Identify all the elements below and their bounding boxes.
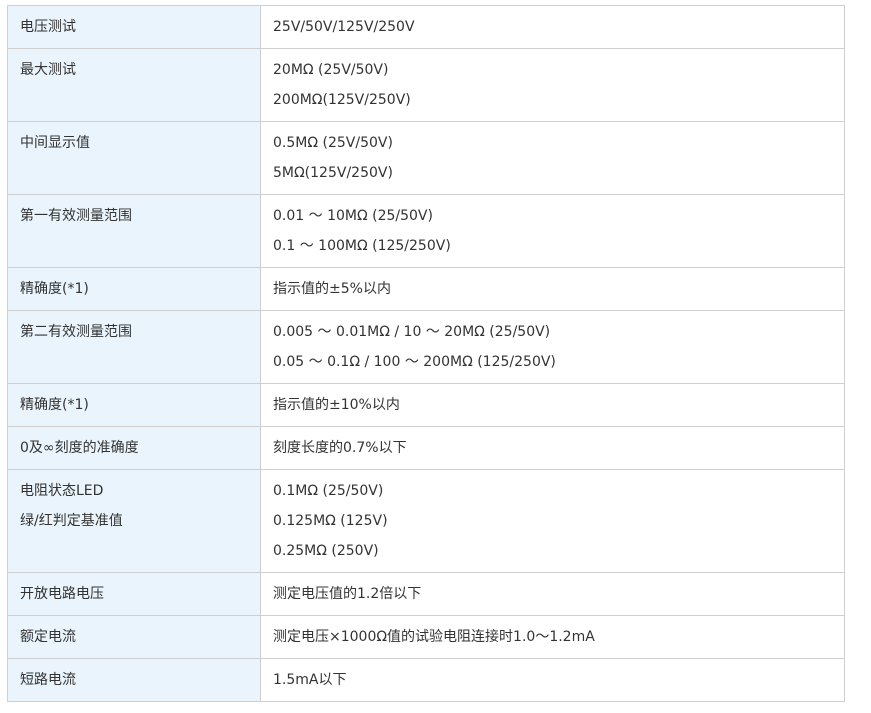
row-value: 0.5MΩ (25V/50V) <box>273 135 393 151</box>
table-row: 短路电流 1.5mA以下 <box>7 658 845 702</box>
row-value-cell: 刻度长度的0.7%以下 <box>260 426 845 470</box>
row-value-cell: 指示值的±10%以内 <box>260 383 845 427</box>
row-value: 指示值的±5%以内 <box>273 281 391 297</box>
row-label: 0及∞刻度的准确度 <box>20 440 139 456</box>
row-value-cell: 0.01 〜 10MΩ (25/50V) 0.1 〜 100MΩ (125/25… <box>260 194 845 268</box>
table-row: 精确度(*1) 指示值的±10%以内 <box>7 383 845 427</box>
row-label: 开放电路电压 <box>20 586 104 602</box>
row-value: 测定电压值的1.2倍以下 <box>273 586 422 602</box>
row-value: 200MΩ(125V/250V) <box>273 92 411 108</box>
row-value: 1.5mA以下 <box>273 672 347 688</box>
row-value: 5MΩ(125V/250V) <box>273 165 393 181</box>
row-value: 指示值的±10%以内 <box>273 397 400 413</box>
table-row: 最大测试 20MΩ (25V/50V) 200MΩ(125V/250V) <box>7 48 845 122</box>
row-value: 0.1MΩ (25/50V) <box>273 483 384 499</box>
row-value: 刻度长度的0.7%以下 <box>273 440 407 456</box>
row-value-cell: 1.5mA以下 <box>260 658 845 702</box>
table-row: 电阻状态LED 绿/红判定基准值 0.1MΩ (25/50V) 0.125MΩ … <box>7 469 845 573</box>
row-label-cell: 短路电流 <box>7 658 261 702</box>
row-value: 0.01 〜 10MΩ (25/50V) <box>273 208 433 224</box>
row-value-cell: 测定电压×1000Ω值的试验电阻连接时1.0〜1.2mA <box>260 615 845 659</box>
row-label-cell: 精确度(*1) <box>7 267 261 311</box>
row-label-cell: 第一有效测量范围 <box>7 194 261 268</box>
row-label: 中间显示值 <box>20 135 90 151</box>
row-label-cell: 精确度(*1) <box>7 383 261 427</box>
row-label-cell: 电压测试 <box>7 5 261 49</box>
row-value-cell: 0.5MΩ (25V/50V) 5MΩ(125V/250V) <box>260 121 845 195</box>
row-value-cell: 指示值的±5%以内 <box>260 267 845 311</box>
row-value-cell: 0.005 〜 0.01MΩ / 10 〜 20MΩ (25/50V) 0.05… <box>260 310 845 384</box>
row-label: 第一有效测量范围 <box>20 208 132 224</box>
row-label: 短路电流 <box>20 672 76 688</box>
table-row: 电压测试 25V/50V/125V/250V <box>7 5 845 49</box>
table-row: 第一有效测量范围 0.01 〜 10MΩ (25/50V) 0.1 〜 100M… <box>7 194 845 268</box>
row-value-cell: 测定电压值的1.2倍以下 <box>260 572 845 616</box>
row-value: 20MΩ (25V/50V) <box>273 62 389 78</box>
row-label: 精确度(*1) <box>20 281 89 297</box>
row-label-cell: 电阻状态LED 绿/红判定基准值 <box>7 469 261 573</box>
row-value-cell: 25V/50V/125V/250V <box>260 5 845 49</box>
row-label: 第二有效测量范围 <box>20 324 132 340</box>
row-label: 最大测试 <box>20 62 76 78</box>
row-label: 电压测试 <box>20 19 76 35</box>
row-label-cell: 最大测试 <box>7 48 261 122</box>
row-value: 0.125MΩ (125V) <box>273 513 388 529</box>
spec-table-body: 电压测试 25V/50V/125V/250V 最大测试 20MΩ (25V/50… <box>7 5 845 702</box>
row-value: 测定电压×1000Ω值的试验电阻连接时1.0〜1.2mA <box>273 629 595 645</box>
row-label: 额定电流 <box>20 629 76 645</box>
table-row: 额定电流 测定电压×1000Ω值的试验电阻连接时1.0〜1.2mA <box>7 615 845 659</box>
row-value: 0.25MΩ (250V) <box>273 543 379 559</box>
row-value: 0.005 〜 0.01MΩ / 10 〜 20MΩ (25/50V) <box>273 324 551 340</box>
row-value: 0.05 〜 0.1Ω / 100 〜 200MΩ (125/250V) <box>273 354 556 370</box>
row-label-cell: 中间显示值 <box>7 121 261 195</box>
row-value-cell: 0.1MΩ (25/50V) 0.125MΩ (125V) 0.25MΩ (25… <box>260 469 845 573</box>
row-label: 精确度(*1) <box>20 397 89 413</box>
spec-table: 电压测试 25V/50V/125V/250V 最大测试 20MΩ (25V/50… <box>7 5 845 702</box>
table-row: 中间显示值 0.5MΩ (25V/50V) 5MΩ(125V/250V) <box>7 121 845 195</box>
table-row: 精确度(*1) 指示值的±5%以内 <box>7 267 845 311</box>
row-value: 25V/50V/125V/250V <box>273 19 415 35</box>
table-row: 0及∞刻度的准确度 刻度长度的0.7%以下 <box>7 426 845 470</box>
row-label: 电阻状态LED <box>20 483 104 499</box>
row-value: 0.1 〜 100MΩ (125/250V) <box>273 238 451 254</box>
row-label-cell: 额定电流 <box>7 615 261 659</box>
table-row: 开放电路电压 测定电压值的1.2倍以下 <box>7 572 845 616</box>
row-value-cell: 20MΩ (25V/50V) 200MΩ(125V/250V) <box>260 48 845 122</box>
row-label: 绿/红判定基准值 <box>20 513 123 529</box>
table-row: 第二有效测量范围 0.005 〜 0.01MΩ / 10 〜 20MΩ (25/… <box>7 310 845 384</box>
row-label-cell: 开放电路电压 <box>7 572 261 616</box>
row-label-cell: 第二有效测量范围 <box>7 310 261 384</box>
row-label-cell: 0及∞刻度的准确度 <box>7 426 261 470</box>
